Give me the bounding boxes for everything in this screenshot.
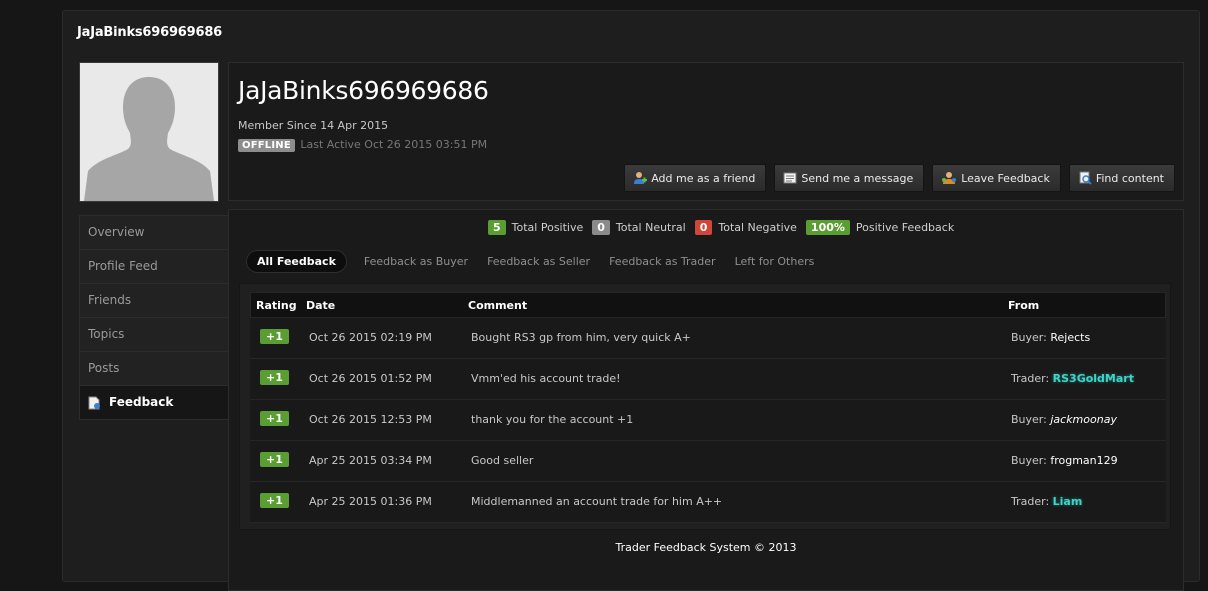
- add-friend-label: Add me as a friend: [651, 171, 756, 185]
- profile-actions: Add me as a friend Send me a message Lea…: [624, 164, 1175, 192]
- leave-feedback-button[interactable]: Leave Feedback: [932, 164, 1061, 192]
- table-row: +1 Oct 26 2015 02:19 PM Bought RS3 gp fr…: [250, 318, 1166, 359]
- tab-left-for-others[interactable]: Left for Others: [735, 255, 815, 268]
- row-comment: Good seller: [471, 454, 534, 467]
- profile-username: JaJaBinks696969686: [238, 76, 489, 105]
- row-from: Buyer: frogman129: [1011, 454, 1118, 467]
- feedback-panel: 5 Total Positive 0 Total Neutral 0 Total…: [228, 209, 1184, 591]
- from-user-link[interactable]: RS3GoldMart: [1053, 372, 1134, 385]
- tab-feedback-as-buyer[interactable]: Feedback as Buyer: [364, 255, 468, 268]
- sidebar-item-friends[interactable]: Friends: [79, 283, 229, 317]
- positive-percent-badge: 100%: [805, 220, 850, 235]
- column-header-date: Date: [306, 299, 336, 312]
- tab-all-feedback[interactable]: All Feedback: [246, 250, 347, 273]
- from-role: Trader:: [1011, 372, 1050, 385]
- from-role: Buyer:: [1011, 331, 1047, 344]
- table-row: +1 Apr 25 2015 01:36 PM Middlemanned an …: [250, 482, 1166, 523]
- send-message-label: Send me a message: [801, 171, 914, 185]
- column-header-from: From: [1008, 299, 1040, 312]
- row-from: Trader: RS3GoldMart: [1011, 372, 1134, 385]
- from-role: Buyer:: [1011, 454, 1047, 467]
- tab-feedback-as-trader[interactable]: Feedback as Trader: [609, 255, 716, 268]
- table-row: +1 Apr 25 2015 03:34 PM Good seller Buye…: [250, 441, 1166, 482]
- default-avatar-silhouette-icon: [80, 63, 218, 201]
- row-date: Oct 26 2015 01:52 PM: [309, 372, 432, 385]
- feedback-footer: Trader Feedback System © 2013: [615, 541, 797, 554]
- row-date: Apr 25 2015 01:36 PM: [309, 495, 432, 508]
- rating-badge: +1: [260, 370, 289, 385]
- sidebar-item-posts[interactable]: Posts: [79, 351, 229, 385]
- add-friend-icon: [634, 172, 648, 184]
- find-content-button[interactable]: Find content: [1068, 164, 1175, 192]
- total-negative-badge: 0: [694, 220, 713, 235]
- from-role: Trader:: [1011, 495, 1050, 508]
- send-message-button[interactable]: Send me a message: [774, 164, 925, 192]
- row-date: Apr 25 2015 03:34 PM: [309, 454, 432, 467]
- message-icon: [783, 172, 797, 184]
- status-badge: OFFLINE: [238, 139, 295, 152]
- rating-badge: +1: [260, 493, 289, 508]
- total-neutral-badge: 0: [592, 220, 610, 235]
- find-content-label: Find content: [1095, 171, 1164, 185]
- search-content-icon: [1079, 171, 1092, 185]
- sidebar-item-profile-feed[interactable]: Profile Feed: [79, 249, 229, 283]
- total-positive-badge: 5: [488, 220, 506, 235]
- add-friend-button[interactable]: Add me as a friend: [624, 164, 767, 192]
- column-header-rating: Rating: [256, 299, 297, 312]
- rating-badge: +1: [260, 329, 289, 344]
- sidebar-item-topics[interactable]: Topics: [79, 317, 229, 351]
- from-user-link[interactable]: Liam: [1053, 495, 1083, 508]
- feedback-doc-icon: [88, 396, 100, 409]
- page-title: JaJaBinks696969686: [77, 25, 223, 40]
- status-row: OFFLINE Last Active Oct 26 2015 03:51 PM: [238, 138, 487, 152]
- from-user-link[interactable]: frogman129: [1050, 454, 1117, 467]
- feedback-stats: 5 Total Positive 0 Total Neutral 0 Total…: [488, 220, 963, 235]
- member-since: Member Since 14 Apr 2015: [238, 119, 389, 132]
- row-comment: Middlemanned an account trade for him A+…: [471, 495, 723, 508]
- from-role: Buyer:: [1011, 413, 1047, 426]
- leave-feedback-label: Leave Feedback: [961, 171, 1050, 185]
- table-row: +1 Oct 26 2015 01:52 PM Vmm'ed his accou…: [250, 359, 1166, 400]
- from-user-link[interactable]: Rejects: [1050, 331, 1090, 344]
- sidebar-item-overview[interactable]: Overview: [79, 215, 229, 249]
- row-comment: thank you for the account +1: [471, 413, 634, 426]
- from-user-link[interactable]: jackmoonay: [1050, 413, 1117, 426]
- row-comment: Bought RS3 gp from him, very quick A+: [471, 331, 691, 344]
- column-header-comment: Comment: [468, 299, 528, 312]
- row-from: Buyer: jackmoonay: [1011, 413, 1117, 426]
- row-date: Oct 26 2015 02:19 PM: [309, 331, 432, 344]
- avatar: [79, 62, 219, 202]
- row-from: Trader: Liam: [1011, 495, 1082, 508]
- total-positive-label: Total Positive: [511, 221, 584, 234]
- sidebar-item-label: Friends: [88, 293, 132, 307]
- table-header: Rating Date Comment From: [250, 292, 1166, 318]
- sidebar-item-label: Posts: [88, 361, 120, 375]
- profile-header: JaJaBinks696969686 Member Since 14 Apr 2…: [228, 62, 1184, 201]
- rating-badge: +1: [260, 452, 289, 467]
- profile-sidebar: Overview Profile Feed Friends Topics Pos…: [79, 215, 229, 420]
- sidebar-item-label: Profile Feed: [88, 259, 158, 273]
- profile-page-container: JaJaBinks696969686 JaJaBinks696969686 Me…: [62, 10, 1200, 591]
- row-comment: Vmm'ed his account trade!: [471, 372, 621, 385]
- feedback-table: Rating Date Comment From +1 Oct 26 2015 …: [239, 283, 1171, 530]
- tab-feedback-as-seller[interactable]: Feedback as Seller: [487, 255, 590, 268]
- row-from: Buyer: Rejects: [1011, 331, 1090, 344]
- feedback-tabs: All Feedback Feedback as Buyer Feedback …: [246, 250, 833, 273]
- rating-badge: +1: [260, 411, 289, 426]
- feedback-icon: [942, 172, 957, 184]
- total-neutral-label: Total Neutral: [615, 221, 686, 234]
- last-active: Last Active Oct 26 2015 03:51 PM: [300, 138, 488, 151]
- total-negative-label: Total Negative: [718, 221, 797, 234]
- row-date: Oct 26 2015 12:53 PM: [309, 413, 432, 426]
- table-row: +1 Oct 26 2015 12:53 PM thank you for th…: [250, 400, 1166, 441]
- sidebar-item-label: Overview: [88, 225, 145, 239]
- positive-percent-label: Positive Feedback: [855, 221, 955, 234]
- sidebar-item-label: Topics: [88, 327, 125, 341]
- sidebar-item-feedback[interactable]: Feedback: [79, 385, 229, 420]
- sidebar-item-label: Feedback: [109, 395, 174, 409]
